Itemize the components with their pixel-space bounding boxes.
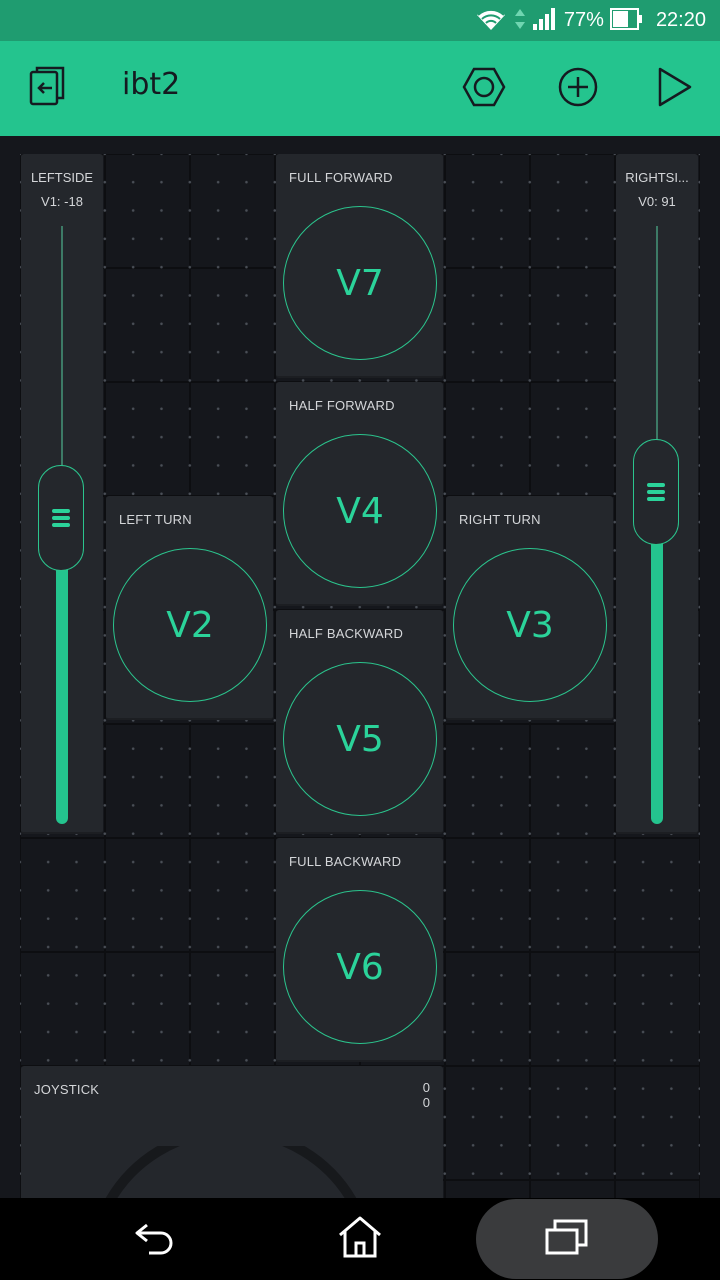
joystick-values: 0 0 — [423, 1080, 430, 1110]
pin-label: V3 — [506, 604, 554, 646]
slider-track-fill[interactable] — [56, 554, 68, 824]
right-turn-button-widget: RIGHT TURN V3 — [446, 496, 613, 720]
pin-label: V7 — [336, 262, 384, 304]
leftside-slider-widget: LEFTSIDE V1: -18 — [21, 154, 103, 834]
half-backward-button-widget: HALF BACKWARD V5 — [276, 610, 443, 834]
slider-value: V1: -18 — [41, 194, 83, 209]
home-icon — [337, 1215, 383, 1263]
slider-thumb[interactable] — [38, 465, 84, 571]
run-button[interactable] — [650, 65, 698, 113]
joystick-x-value: 0 — [422, 1080, 430, 1095]
left-turn-button-widget: LEFT TURN V2 — [106, 496, 273, 720]
back-arrow-icon — [133, 1217, 177, 1261]
left-turn-button[interactable]: V2 — [113, 548, 267, 702]
recents-icon — [544, 1217, 590, 1261]
slider-track-fill[interactable] — [651, 534, 663, 824]
exit-icon — [26, 65, 70, 113]
wifi-icon — [474, 6, 508, 36]
widget-label: JOYSTICK — [34, 1082, 100, 1097]
half-forward-button-widget: HALF FORWARD V4 — [276, 382, 443, 606]
slider-value: V0: 91 — [638, 194, 676, 209]
widget-label: RIGHT TURN — [459, 512, 541, 527]
slider-label: RIGHTSI... — [625, 170, 689, 185]
dashboard-canvas: LEFTSIDE V1: -18 FULL FORWARD V7 RIGHTSI… — [0, 136, 720, 1198]
settings-button[interactable] — [460, 65, 508, 113]
battery-percent: 77% — [563, 9, 604, 31]
pin-label: V2 — [166, 604, 214, 646]
project-title: ibt2 — [122, 67, 181, 102]
app-bar: ibt2 — [0, 41, 720, 136]
half-forward-button[interactable]: V4 — [283, 434, 437, 588]
widget-label: LEFT TURN — [119, 512, 192, 527]
clock: 22:20 — [655, 9, 706, 31]
hexagon-settings-icon — [462, 65, 506, 113]
data-arrows-icon — [514, 6, 526, 36]
pin-label: V5 — [336, 718, 384, 760]
nav-back-button[interactable] — [110, 1198, 200, 1280]
signal-icon — [532, 7, 558, 35]
half-backward-button[interactable]: V5 — [283, 662, 437, 816]
slider-label: LEFTSIDE — [30, 170, 94, 185]
rightside-slider-widget: RIGHTSI... V0: 91 — [616, 154, 698, 834]
widget-label: HALF FORWARD — [289, 398, 395, 413]
nav-home-button[interactable] — [315, 1198, 405, 1280]
play-icon — [652, 65, 696, 113]
right-turn-button[interactable]: V3 — [453, 548, 607, 702]
joystick-widget: JOYSTICK 0 0 — [21, 1066, 443, 1198]
pin-label: V4 — [336, 490, 384, 532]
full-forward-button[interactable]: V7 — [283, 206, 437, 360]
nav-recents-button[interactable] — [522, 1198, 612, 1280]
navigation-bar — [0, 1198, 720, 1280]
widget-label: FULL BACKWARD — [289, 854, 402, 869]
full-backward-button-widget: FULL BACKWARD V6 — [276, 838, 443, 1062]
full-backward-button[interactable]: V6 — [283, 890, 437, 1044]
widget-label: FULL FORWARD — [289, 170, 393, 185]
pin-label: V6 — [336, 946, 384, 988]
full-forward-button-widget: FULL FORWARD V7 — [276, 154, 443, 378]
slider-thumb[interactable] — [633, 439, 679, 545]
joystick-y-value: 0 — [422, 1095, 430, 1110]
widget-label: HALF BACKWARD — [289, 626, 404, 641]
add-widget-button[interactable] — [554, 65, 602, 113]
plus-circle-icon — [556, 65, 600, 113]
status-bar: 77% 22:20 — [0, 0, 720, 41]
slider-track[interactable] — [61, 226, 63, 466]
battery-icon — [609, 7, 644, 35]
slider-track[interactable] — [656, 226, 658, 441]
joystick-pad[interactable] — [91, 1146, 371, 1198]
back-to-projects-button[interactable] — [24, 65, 72, 113]
